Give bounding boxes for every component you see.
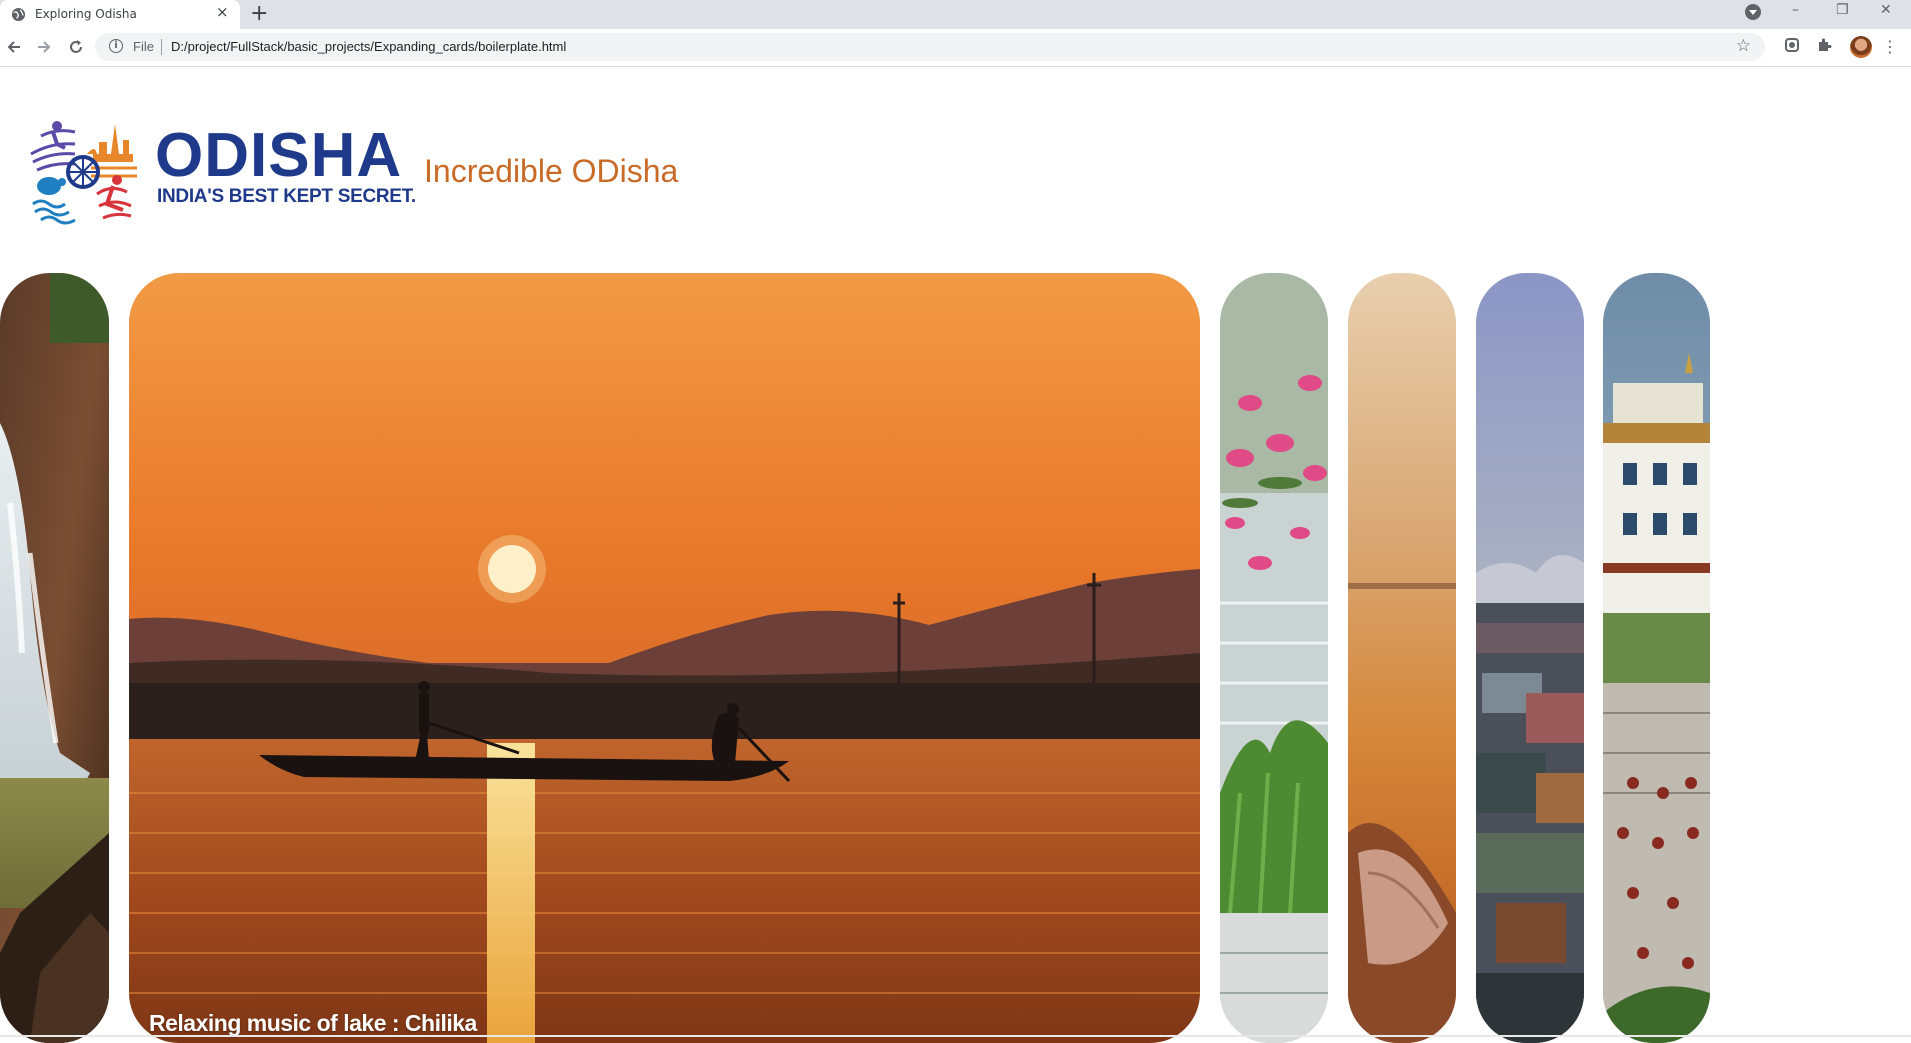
close-window-button[interactable]: ✕ (1880, 2, 1892, 18)
back-arrow-icon[interactable] (6, 39, 22, 55)
restore-button[interactable]: ❐ (1836, 2, 1849, 18)
tab-close-icon[interactable]: × (216, 3, 229, 21)
page-headline: Incredible ODisha (424, 153, 679, 189)
tab-title: Exploring Odisha (35, 7, 137, 21)
odisha-logo-icon (30, 121, 137, 225)
monastery-image (1603, 273, 1710, 1043)
logo-wordmark: ODISHA (155, 121, 403, 190)
address-divider (161, 39, 162, 55)
puzzle-icon[interactable] (1816, 37, 1832, 53)
card-waterfall[interactable] (0, 273, 109, 1043)
new-tab-button[interactable]: + (250, 1, 268, 26)
bookmark-star-icon[interactable]: ☆ (1736, 36, 1751, 56)
more-menu-icon[interactable]: ⋮ (1882, 37, 1898, 56)
address-url[interactable]: D:/project/FullStack/basic_projects/Expa… (171, 39, 566, 54)
address-bar[interactable]: i File D:/project/FullStack/basic_projec… (95, 33, 1765, 61)
browser-toolbar: i File D:/project/FullStack/basic_projec… (0, 29, 1911, 67)
lotus-lake-image (1220, 273, 1328, 1043)
card-caption: Relaxing music of lake : Chilika (149, 1010, 477, 1036)
chilika-sunset-image (129, 273, 1200, 1043)
waterfall-image (0, 273, 109, 1043)
card-lotus[interactable] (1220, 273, 1328, 1043)
card-town[interactable] (1476, 273, 1584, 1043)
logo-tagline: INDIA'S BEST KEPT SECRET. (157, 186, 416, 207)
card-chilika[interactable]: Relaxing music of lake : Chilika (129, 273, 1200, 1043)
browser-tab[interactable]: Exploring Odisha × (0, 0, 240, 29)
address-scheme: File (133, 39, 154, 54)
reload-icon[interactable] (68, 39, 84, 55)
profile-avatar[interactable] (1850, 36, 1872, 58)
globe-icon (11, 7, 26, 22)
extension-icon[interactable] (1784, 37, 1800, 53)
tab-search-icon[interactable] (1745, 4, 1761, 20)
page-content: ODISHA INDIA'S BEST KEPT SECRET. Incredi… (0, 67, 1911, 1043)
conch-beach-image (1348, 273, 1456, 1043)
card-conch[interactable] (1348, 273, 1456, 1043)
town-view-image (1476, 273, 1584, 1043)
forward-arrow-icon[interactable] (36, 39, 52, 55)
minimize-button[interactable]: – (1792, 2, 1799, 18)
site-info-icon[interactable]: i (109, 39, 123, 53)
tab-strip: Exploring Odisha × + – ❐ ✕ (0, 0, 1911, 29)
card-monastery[interactable] (1603, 273, 1710, 1043)
